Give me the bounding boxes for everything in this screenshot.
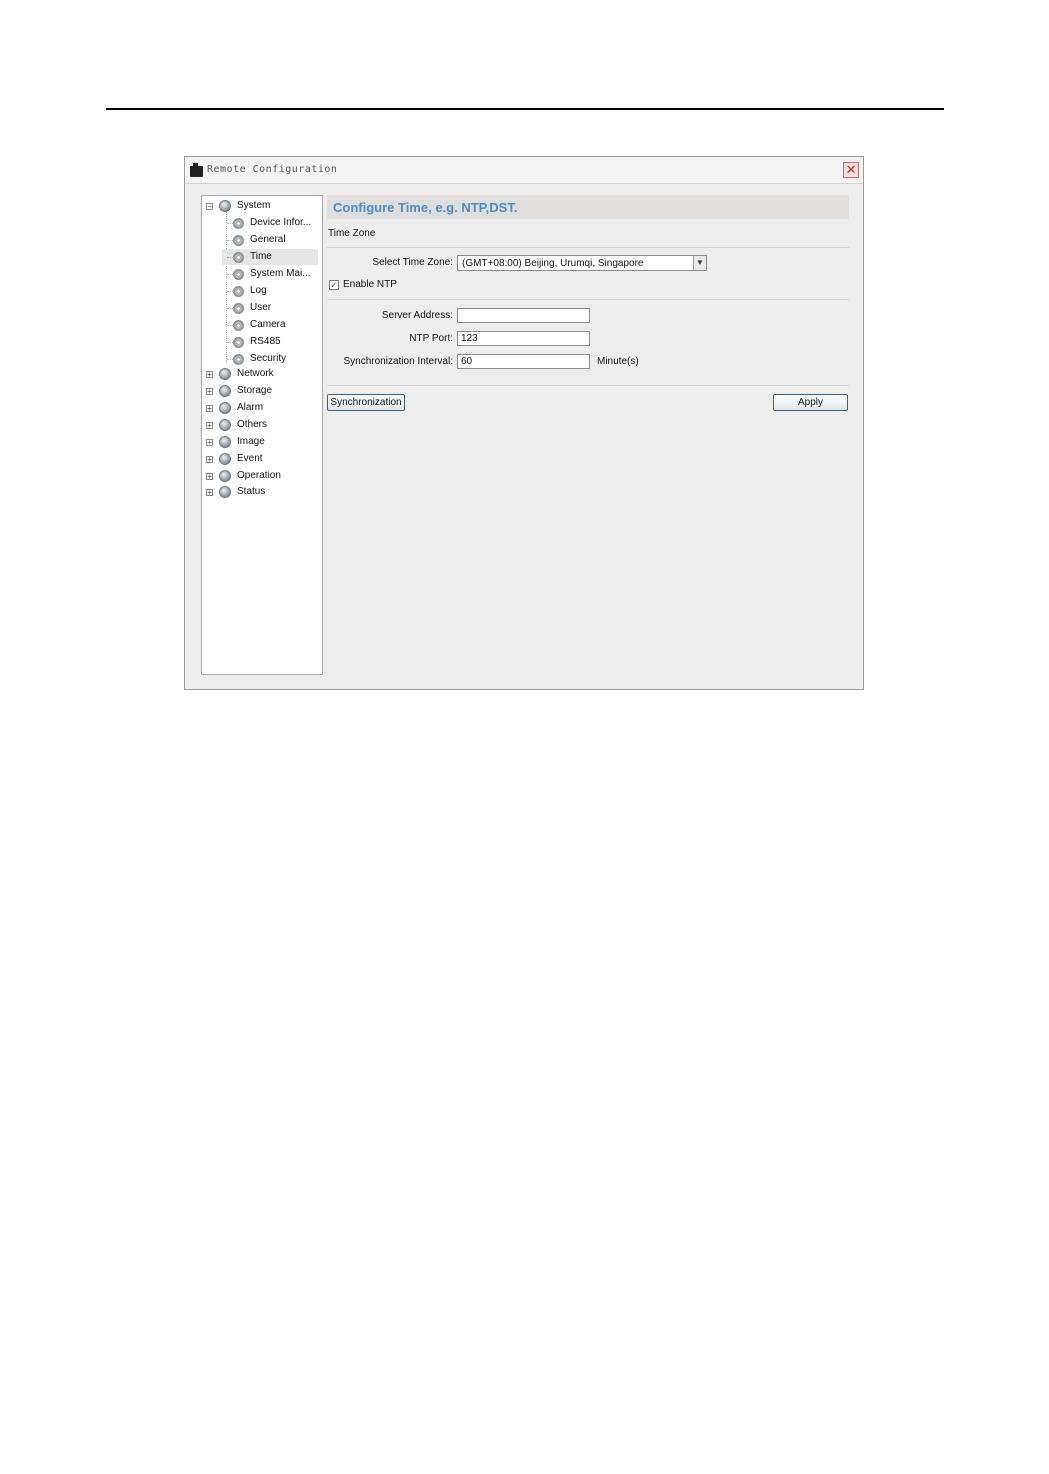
tree-item-network[interactable]: + Network bbox=[206, 366, 316, 382]
tree-item-log[interactable]: Log bbox=[222, 283, 318, 299]
sync-interval-label: Synchronization Interval: bbox=[343, 356, 453, 367]
tree-item-camera[interactable]: Camera bbox=[222, 317, 318, 333]
expand-icon[interactable]: + bbox=[206, 405, 213, 413]
page-title: Configure Time, e.g. NTP,DST. bbox=[333, 200, 518, 215]
camera-icon bbox=[190, 163, 203, 177]
window-title: Remote Configuration bbox=[207, 164, 338, 175]
gear-icon bbox=[233, 303, 244, 314]
enable-ntp-checkbox[interactable]: ✓ bbox=[329, 280, 339, 290]
tree-item-rs485[interactable]: RS485 bbox=[222, 334, 318, 350]
tree-item-storage[interactable]: + Storage bbox=[206, 383, 316, 399]
time-config-panel: Configure Time, e.g. NTP,DST. Time Zone … bbox=[327, 195, 851, 675]
panel-banner: Configure Time, e.g. NTP,DST. bbox=[327, 195, 849, 219]
tree-item-label: Log bbox=[250, 285, 267, 296]
title-bar[interactable]: Remote Configuration ✕ bbox=[185, 157, 863, 184]
expand-icon[interactable]: + bbox=[206, 422, 213, 430]
gear-icon bbox=[233, 286, 244, 297]
tree-item-label: Storage bbox=[237, 385, 273, 396]
globe-icon bbox=[219, 200, 231, 212]
ntp-port-label: NTP Port: bbox=[409, 333, 453, 344]
tree-item-system-maintenance[interactable]: System Mai... bbox=[222, 266, 318, 282]
remote-configuration-window: Remote Configuration ✕ − System Device I… bbox=[184, 156, 864, 690]
tree-item-system[interactable]: − System bbox=[206, 198, 316, 214]
ntp-port-input[interactable]: 123 bbox=[457, 331, 590, 346]
server-address-label: Server Address: bbox=[381, 310, 453, 321]
tree-item-label: Status bbox=[237, 486, 266, 497]
tree-item-label: Security bbox=[250, 353, 287, 364]
tree-item-label: Operation bbox=[237, 470, 281, 481]
gear-icon bbox=[233, 354, 244, 365]
gear-icon bbox=[233, 320, 244, 331]
time-zone-select[interactable]: (GMT+08:00) Beijing, Urumqi, Singapore ▼ bbox=[457, 255, 707, 271]
tree-item-image[interactable]: + Image bbox=[206, 434, 316, 450]
globe-icon bbox=[219, 385, 231, 397]
divider bbox=[327, 299, 849, 300]
expand-icon[interactable]: + bbox=[206, 371, 213, 379]
sync-interval-input[interactable]: 60 bbox=[457, 354, 590, 369]
check-icon: ✓ bbox=[330, 280, 338, 290]
tree-item-label: Device Infor... bbox=[250, 217, 312, 228]
globe-icon bbox=[219, 402, 231, 414]
globe-icon bbox=[219, 419, 231, 431]
tree-item-label: System Mai... bbox=[250, 268, 311, 279]
tree-item-label: Image bbox=[237, 436, 265, 447]
tree-item-label: System bbox=[237, 200, 271, 211]
page-top-rule bbox=[106, 108, 944, 110]
expand-icon[interactable]: + bbox=[206, 388, 213, 396]
tree-item-label: Network bbox=[237, 368, 274, 379]
gear-icon bbox=[233, 252, 244, 263]
apply-button[interactable]: Apply bbox=[773, 394, 848, 411]
expand-icon[interactable]: + bbox=[206, 439, 213, 447]
time-zone-label: Select Time Zone: bbox=[372, 257, 453, 268]
expand-icon[interactable]: + bbox=[206, 473, 213, 481]
tree-item-operation[interactable]: + Operation bbox=[206, 468, 316, 484]
collapse-icon[interactable]: − bbox=[206, 203, 213, 211]
server-address-input[interactable] bbox=[457, 308, 590, 323]
divider bbox=[327, 385, 849, 386]
globe-icon bbox=[219, 436, 231, 448]
navigation-tree: − System Device Infor... General Time Sy… bbox=[201, 195, 323, 675]
tree-item-label: RS485 bbox=[250, 336, 281, 347]
tree-item-label: Time bbox=[250, 251, 272, 262]
sync-interval-unit: Minute(s) bbox=[597, 356, 639, 367]
tree-item-general[interactable]: General bbox=[222, 232, 318, 248]
close-button[interactable]: ✕ bbox=[843, 162, 859, 178]
divider bbox=[327, 247, 849, 248]
expand-icon[interactable]: + bbox=[206, 489, 213, 497]
enable-ntp-label: Enable NTP bbox=[343, 279, 397, 290]
tree-item-event[interactable]: + Event bbox=[206, 451, 316, 467]
tree-item-device-info[interactable]: Device Infor... bbox=[222, 215, 318, 231]
tree-item-security[interactable]: Security bbox=[222, 351, 318, 367]
synchronization-button[interactable]: Synchronization bbox=[327, 394, 405, 411]
gear-icon bbox=[233, 269, 244, 280]
tree-item-user[interactable]: User bbox=[222, 300, 318, 316]
gear-icon bbox=[233, 235, 244, 246]
time-zone-section-title: Time Zone bbox=[328, 228, 376, 239]
expand-icon[interactable]: + bbox=[206, 456, 213, 464]
globe-icon bbox=[219, 368, 231, 380]
gear-icon bbox=[233, 218, 244, 229]
gear-icon bbox=[233, 337, 244, 348]
tree-item-time[interactable]: Time bbox=[222, 249, 318, 265]
globe-icon bbox=[219, 486, 231, 498]
tree-item-alarm[interactable]: + Alarm bbox=[206, 400, 316, 416]
chevron-down-icon[interactable]: ▼ bbox=[693, 256, 706, 270]
tree-item-status[interactable]: + Status bbox=[206, 484, 316, 500]
tree-item-label: General bbox=[250, 234, 286, 245]
globe-icon bbox=[219, 453, 231, 465]
globe-icon bbox=[219, 470, 231, 482]
tree-item-label: Alarm bbox=[237, 402, 264, 413]
tree-item-label: Camera bbox=[250, 319, 286, 330]
tree-item-label: Event bbox=[237, 453, 263, 464]
tree-item-others[interactable]: + Others bbox=[206, 417, 316, 433]
time-zone-value: (GMT+08:00) Beijing, Urumqi, Singapore bbox=[462, 258, 644, 269]
tree-item-label: User bbox=[250, 302, 272, 313]
tree-item-label: Others bbox=[237, 419, 268, 430]
